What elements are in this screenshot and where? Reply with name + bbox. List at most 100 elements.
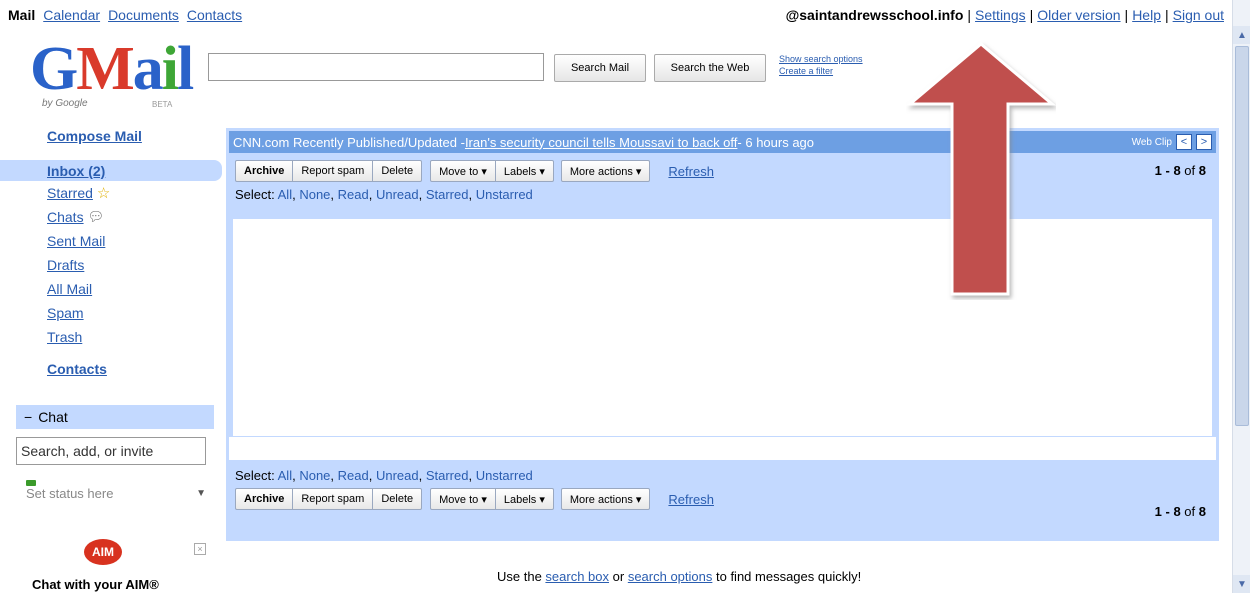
sidebar-item-inbox[interactable]: Inbox (2) <box>0 160 222 181</box>
scroll-up-arrow-icon[interactable]: ▲ <box>1233 26 1250 44</box>
video-camera-icon <box>26 480 36 486</box>
aim-logo-icon: AIM <box>84 539 122 565</box>
select-all-link[interactable]: All <box>278 187 292 202</box>
compose-mail-link[interactable]: Compose Mail <box>47 128 222 144</box>
archive-button[interactable]: Archive <box>235 160 294 182</box>
scroll-down-arrow-icon[interactable]: ▼ <box>1233 575 1250 593</box>
sidebar-item-all-mail[interactable]: All Mail <box>0 277 222 301</box>
select-starred-link[interactable]: Starred <box>426 187 469 202</box>
separator: | <box>967 7 972 23</box>
scroll-thumb[interactable] <box>1235 46 1249 426</box>
web-clip-headline[interactable]: Iran's security council tells Moussavi t… <box>465 135 737 150</box>
older-version-link[interactable]: Older version <box>1037 7 1120 23</box>
nav-calendar[interactable]: Calendar <box>43 7 100 23</box>
account-email: @saintandrewsschool.info <box>785 7 964 23</box>
toolbar-buttons: Archive Report spam Delete Move to ▾ Lab… <box>235 159 1216 183</box>
sidebar-item-contacts[interactable]: Contacts <box>0 357 222 381</box>
sidebar-item-label[interactable]: Drafts <box>47 257 84 273</box>
chat-search-input[interactable]: Search, add, or invite <box>16 437 206 465</box>
nav-contacts[interactable]: Contacts <box>187 7 242 23</box>
select-none-link[interactable]: None <box>299 187 330 202</box>
sidebar-item-drafts[interactable]: Drafts <box>0 253 222 277</box>
select-starred-link[interactable]: Starred <box>426 468 469 483</box>
search-options-link[interactable]: search options <box>628 569 713 584</box>
nav-mail[interactable]: Mail <box>8 7 35 23</box>
refresh-link[interactable]: Refresh <box>668 492 714 507</box>
select-none-link[interactable]: None <box>299 468 330 483</box>
select-prefix: Select: <box>235 187 278 202</box>
labels-dropdown[interactable]: Labels ▾ <box>494 488 554 510</box>
top-bar: Mail Calendar Documents Contacts @sainta… <box>0 0 1232 30</box>
select-unstarred-link[interactable]: Unstarred <box>476 187 533 202</box>
sidebar-item-sent[interactable]: Sent Mail <box>0 229 222 253</box>
sidebar-item-label[interactable]: Contacts <box>47 361 107 377</box>
select-read-link[interactable]: Read <box>338 468 369 483</box>
aim-promo-text: Chat with your AIM® <box>32 577 159 592</box>
sidebar-item-label[interactable]: Trash <box>47 329 82 345</box>
chat-panel: − Chat Search, add, or invite Set status… <box>16 405 214 593</box>
help-link[interactable]: Help <box>1132 7 1161 23</box>
sidebar-item-trash[interactable]: Trash <box>0 325 222 349</box>
search-web-button[interactable]: Search the Web <box>654 54 766 82</box>
sidebar-item-label[interactable]: Inbox (2) <box>47 163 105 179</box>
sidebar-item-label[interactable]: Spam <box>47 305 84 321</box>
move-to-dropdown[interactable]: Move to ▾ <box>430 160 496 182</box>
settings-link[interactable]: Settings <box>975 7 1026 23</box>
select-row: Select: All, None, Read, Unread, Starred… <box>235 468 533 483</box>
search-box-link[interactable]: search box <box>545 569 609 584</box>
select-all-link[interactable]: All <box>278 468 292 483</box>
report-spam-button[interactable]: Report spam <box>292 488 374 510</box>
delete-button[interactable]: Delete <box>372 488 423 510</box>
label-group: Move to ▾ Labels ▾ <box>430 160 554 182</box>
select-unstarred-link[interactable]: Unstarred <box>476 468 533 483</box>
refresh-link[interactable]: Refresh <box>668 164 714 179</box>
chat-bubble-icon: 💬︎ <box>87 209 105 224</box>
gmail-logo[interactable]: GMail by Google BETA <box>30 38 195 118</box>
separator: | <box>1124 7 1129 23</box>
status-text[interactable]: Set status here <box>26 486 113 501</box>
collapse-icon[interactable]: − <box>24 409 32 425</box>
sidebar-item-spam[interactable]: Spam <box>0 301 222 325</box>
sidebar-item-label[interactable]: Chats <box>47 209 84 225</box>
sidebar-item-starred[interactable]: Starred ☆ <box>0 181 222 205</box>
move-to-dropdown[interactable]: Move to ▾ <box>430 488 496 510</box>
next-clip-button[interactable]: > <box>1196 134 1212 150</box>
create-filter-link[interactable]: Create a filter <box>779 65 863 77</box>
message-count: 1 - 8 of 8 <box>1154 163 1206 178</box>
labels-dropdown[interactable]: Labels ▾ <box>494 160 554 182</box>
select-unread-link[interactable]: Unread <box>376 468 419 483</box>
archive-button[interactable]: Archive <box>235 488 294 510</box>
sign-out-link[interactable]: Sign out <box>1173 7 1224 23</box>
sidebar-item-chats[interactable]: Chats 💬︎ <box>0 205 222 229</box>
logo-by-google: by Google <box>42 98 88 109</box>
sidebar-item-label[interactable]: All Mail <box>47 281 92 297</box>
message-count: 1 - 8 of 8 <box>1154 504 1206 519</box>
prev-clip-button[interactable]: < <box>1176 134 1192 150</box>
sidebar-item-label[interactable]: Sent Mail <box>47 233 105 249</box>
separator: | <box>1029 7 1034 23</box>
select-unread-link[interactable]: Unread <box>376 187 419 202</box>
page-scrollbar[interactable]: ▲ ▼ <box>1232 0 1250 593</box>
more-actions-dropdown[interactable]: More actions ▾ <box>560 160 651 182</box>
annotation-arrow-icon <box>906 42 1056 296</box>
sidebar: Compose Mail Inbox (2) Starred ☆ Chats 💬… <box>0 128 222 381</box>
message-list[interactable] <box>229 219 1216 437</box>
separator: | <box>1164 7 1169 23</box>
delete-button[interactable]: Delete <box>372 160 423 182</box>
chevron-down-icon[interactable]: ▼ <box>196 488 206 499</box>
more-actions-dropdown[interactable]: More actions ▾ <box>560 488 651 510</box>
close-icon[interactable]: × <box>194 543 206 555</box>
web-clip-age: - 6 hours ago <box>737 134 815 150</box>
footer-hint: Use the search box or search options to … <box>497 569 862 584</box>
chat-status-row[interactable]: Set status here ▼ <box>16 479 214 507</box>
chat-header[interactable]: − Chat <box>16 405 214 429</box>
toolbar-buttons: Archive Report spam Delete Move to ▾ Lab… <box>235 487 1216 511</box>
search-input[interactable] <box>208 53 544 81</box>
web-clip-source: CNN.com Recently Published/Updated - <box>233 134 465 150</box>
search-mail-button[interactable]: Search Mail <box>554 54 646 82</box>
sidebar-item-label[interactable]: Starred <box>47 185 93 201</box>
show-search-options-link[interactable]: Show search options <box>779 53 863 65</box>
select-read-link[interactable]: Read <box>338 187 369 202</box>
nav-documents[interactable]: Documents <box>108 7 179 23</box>
report-spam-button[interactable]: Report spam <box>292 160 374 182</box>
